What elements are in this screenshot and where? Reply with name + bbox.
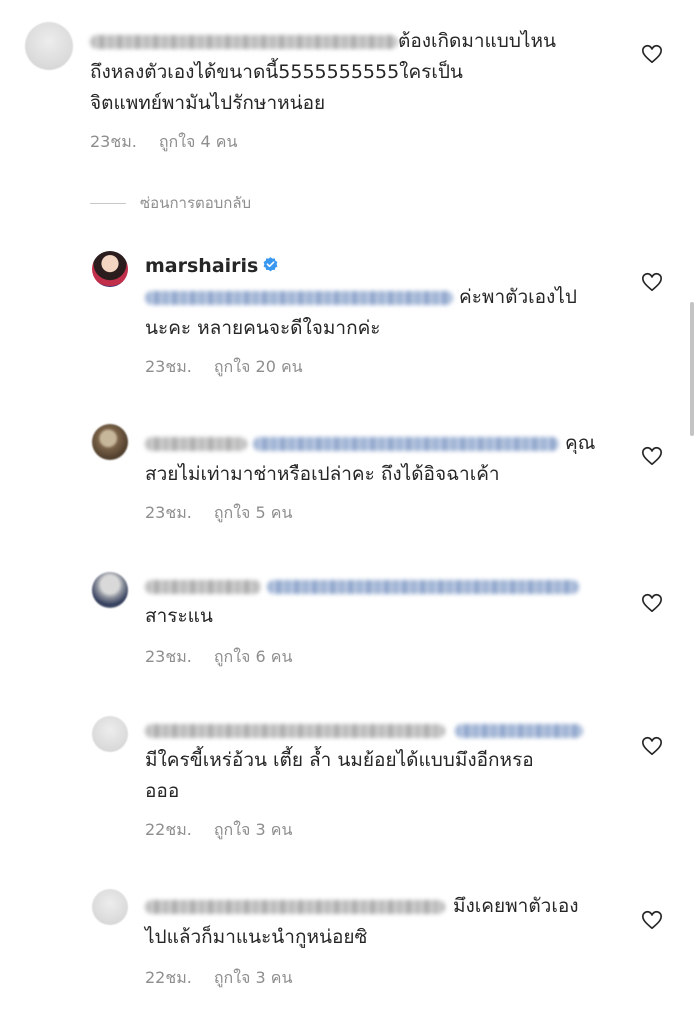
avatar[interactable] (92, 716, 128, 752)
comment-text-line: ค่ะพาตัวเองไป (145, 282, 577, 313)
redacted-mention[interactable] (145, 290, 453, 305)
scrollbar[interactable] (690, 302, 694, 436)
comment-text-line: สวยไม่เท่ามาช่าหรือเปล่าคะ ถึงได้อิจฉาเค… (145, 463, 500, 485)
hide-replies-button[interactable]: ซ่อนการตอบกลับ (90, 191, 251, 215)
comment-meta: 23ชม. ถูกใจ 5 คน (145, 501, 292, 526)
comment-text-line: นะคะ หลายคนจะดีใจมากค่ะ (145, 317, 381, 339)
avatar[interactable] (92, 889, 128, 925)
divider (90, 203, 126, 204)
redacted-username[interactable] (145, 899, 445, 914)
comment-username-line: marshairis (145, 251, 279, 282)
comment-meta: 23ชม. ถูกใจ 6 คน (145, 645, 292, 670)
comment-text-line: สาระแน (145, 605, 213, 627)
comment-timestamp: 23ชม. (145, 503, 192, 522)
comment-timestamp: 23ชม. (145, 357, 192, 376)
comment-meta: 22ชม. ถูกใจ 3 คน (145, 966, 292, 991)
comment-text-line: ไปแล้วก็มาแนะนำกูหน่อยซิ (145, 926, 368, 948)
redacted-mention[interactable] (253, 436, 559, 451)
comment-text-line: ต้องเกิดมาแบบไหน (90, 26, 556, 57)
avatar[interactable] (92, 572, 128, 608)
redacted-username[interactable] (90, 34, 398, 49)
comment-likes-count[interactable]: ถูกใจ 20 คน (214, 357, 303, 376)
comment-text-line: มีใครขี้เหร่อ้วน เตี้ย ล้ำ นมย้อยได้แบบม… (145, 749, 534, 771)
comment-timestamp: 22ชม. (145, 968, 192, 987)
comment-meta: 23ชม. ถูกใจ 20 คน (145, 355, 303, 380)
redacted-mention[interactable] (455, 723, 583, 738)
verified-badge-icon (263, 257, 278, 272)
comment-meta: 22ชม. ถูกใจ 3 คน (145, 818, 292, 843)
comment-likes-count[interactable]: ถูกใจ 4 คน (159, 132, 238, 151)
comment-timestamp: 23ชม. (90, 132, 137, 151)
redacted-username[interactable] (145, 436, 247, 451)
comment-text-line (145, 571, 579, 602)
comment-username[interactable]: marshairis (145, 255, 258, 277)
comment-likes-count[interactable]: ถูกใจ 3 คน (214, 968, 293, 987)
avatar[interactable] (92, 424, 128, 460)
comment-text-line: จิตแพทย์พามันไปรักษาหน่อย (90, 92, 326, 114)
heart-outline-icon[interactable] (641, 592, 663, 614)
redacted-username[interactable] (145, 579, 261, 594)
redacted-mention[interactable] (267, 579, 579, 594)
comment-likes-count[interactable]: ถูกใจ 6 คน (214, 647, 293, 666)
comment-text-line (145, 715, 583, 746)
comment-timestamp: 22ชม. (145, 820, 192, 839)
comment-likes-count[interactable]: ถูกใจ 3 คน (214, 820, 293, 839)
heart-outline-icon[interactable] (641, 735, 663, 757)
comment-text-line: อออ (145, 780, 180, 802)
redacted-username[interactable] (145, 723, 445, 738)
comment-text-line: ถึงหลงตัวเองได้ขนาดนี้5555555555ใครเป็น (90, 61, 463, 83)
heart-outline-icon[interactable] (641, 271, 663, 293)
heart-outline-icon[interactable] (641, 909, 663, 931)
comment-likes-count[interactable]: ถูกใจ 5 คน (214, 503, 293, 522)
comment-timestamp: 23ชม. (145, 647, 192, 666)
avatar[interactable] (25, 22, 73, 70)
comment-text-line: มึงเคยพาตัวเอง (145, 891, 579, 922)
heart-outline-icon[interactable] (641, 445, 663, 467)
avatar[interactable] (92, 251, 128, 287)
heart-outline-icon[interactable] (641, 43, 663, 65)
comment-meta: 23ชม. ถูกใจ 4 คน (90, 130, 237, 155)
comment-text-line: คุณ (145, 428, 595, 459)
